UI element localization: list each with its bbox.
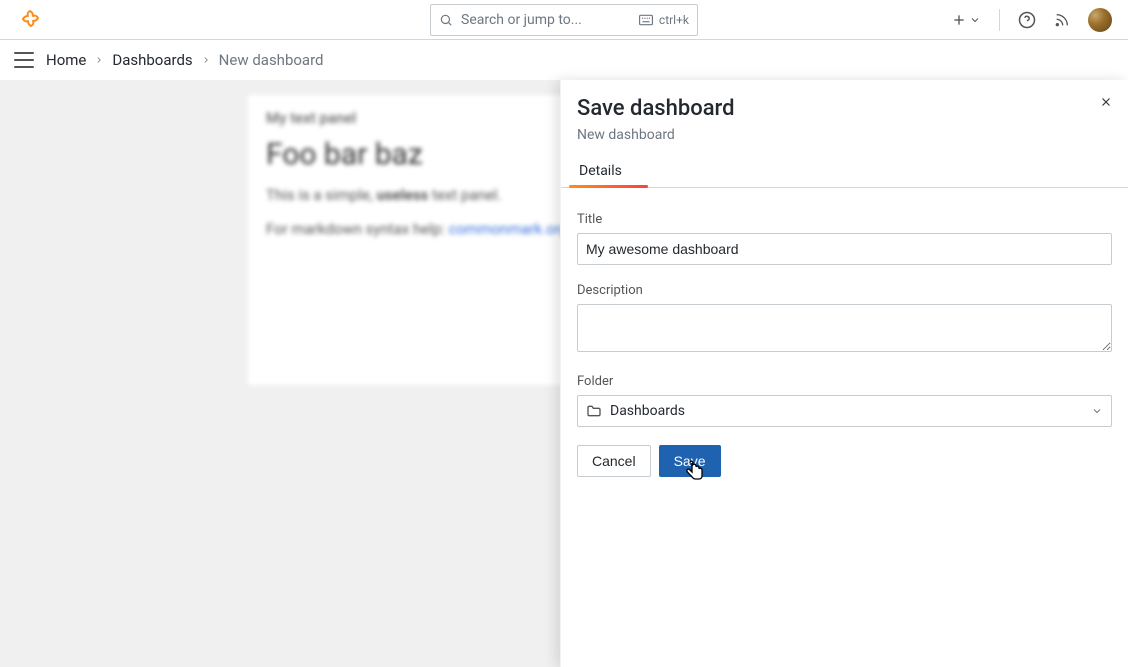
breadcrumb-current: New dashboard <box>219 51 324 69</box>
chevron-down-icon <box>1091 405 1103 417</box>
search-icon <box>439 13 453 27</box>
drawer-body: Title Description Folder Dashboards Canc… <box>561 196 1128 493</box>
help-button[interactable] <box>1018 11 1036 29</box>
save-dashboard-drawer: Save dashboard New dashboard Details Tit… <box>560 80 1128 667</box>
folder-value: Dashboards <box>610 403 1083 419</box>
plus-icon <box>951 12 967 28</box>
chevron-down-icon <box>969 14 981 26</box>
drawer-close-button[interactable] <box>1096 92 1116 112</box>
drawer-actions: Cancel Save <box>577 445 1112 477</box>
title-input[interactable] <box>577 233 1112 265</box>
global-search[interactable]: Search or jump to... ctrl+k <box>430 4 698 36</box>
folder-field: Folder Dashboards <box>577 374 1112 427</box>
description-field: Description <box>577 283 1112 356</box>
rss-icon <box>1054 12 1070 28</box>
topbar-right <box>951 8 1112 32</box>
drawer-header: Save dashboard New dashboard Details <box>561 80 1128 196</box>
title-field: Title <box>577 212 1112 265</box>
breadcrumb-home[interactable]: Home <box>46 51 86 69</box>
keyboard-icon <box>639 14 653 26</box>
add-menu-button[interactable] <box>951 12 981 28</box>
menu-toggle-button[interactable] <box>12 50 36 70</box>
drawer-title: Save dashboard <box>577 96 1112 121</box>
search-shortcut-hint: ctrl+k <box>639 13 689 27</box>
folder-select[interactable]: Dashboards <box>577 395 1112 427</box>
grafana-logo[interactable] <box>16 6 44 34</box>
news-button[interactable] <box>1054 12 1070 28</box>
breadcrumb-bar: Home Dashboards New dashboard <box>0 40 1128 80</box>
breadcrumb-separator <box>94 51 104 69</box>
help-icon <box>1018 11 1036 29</box>
breadcrumb-separator <box>201 51 211 69</box>
tab-details[interactable]: Details <box>569 155 632 187</box>
drawer-subtitle: New dashboard <box>577 127 1112 143</box>
save-button[interactable]: Save <box>659 445 721 477</box>
divider <box>999 9 1000 31</box>
breadcrumb-dashboards[interactable]: Dashboards <box>112 51 192 69</box>
search-placeholder: Search or jump to... <box>461 12 631 28</box>
cancel-button[interactable]: Cancel <box>577 445 651 477</box>
top-navbar: Search or jump to... ctrl+k <box>0 0 1128 40</box>
search-shortcut-text: ctrl+k <box>659 13 689 27</box>
title-label: Title <box>577 212 1112 227</box>
breadcrumb: Home Dashboards New dashboard <box>46 51 323 69</box>
folder-icon <box>586 403 602 419</box>
close-icon <box>1099 95 1113 109</box>
folder-label: Folder <box>577 374 1112 389</box>
user-avatar[interactable] <box>1088 8 1112 32</box>
description-input[interactable] <box>577 304 1112 352</box>
drawer-tabs: Details <box>561 155 1128 188</box>
description-label: Description <box>577 283 1112 298</box>
markdown-help-link[interactable]: commonmark.org <box>449 220 568 238</box>
